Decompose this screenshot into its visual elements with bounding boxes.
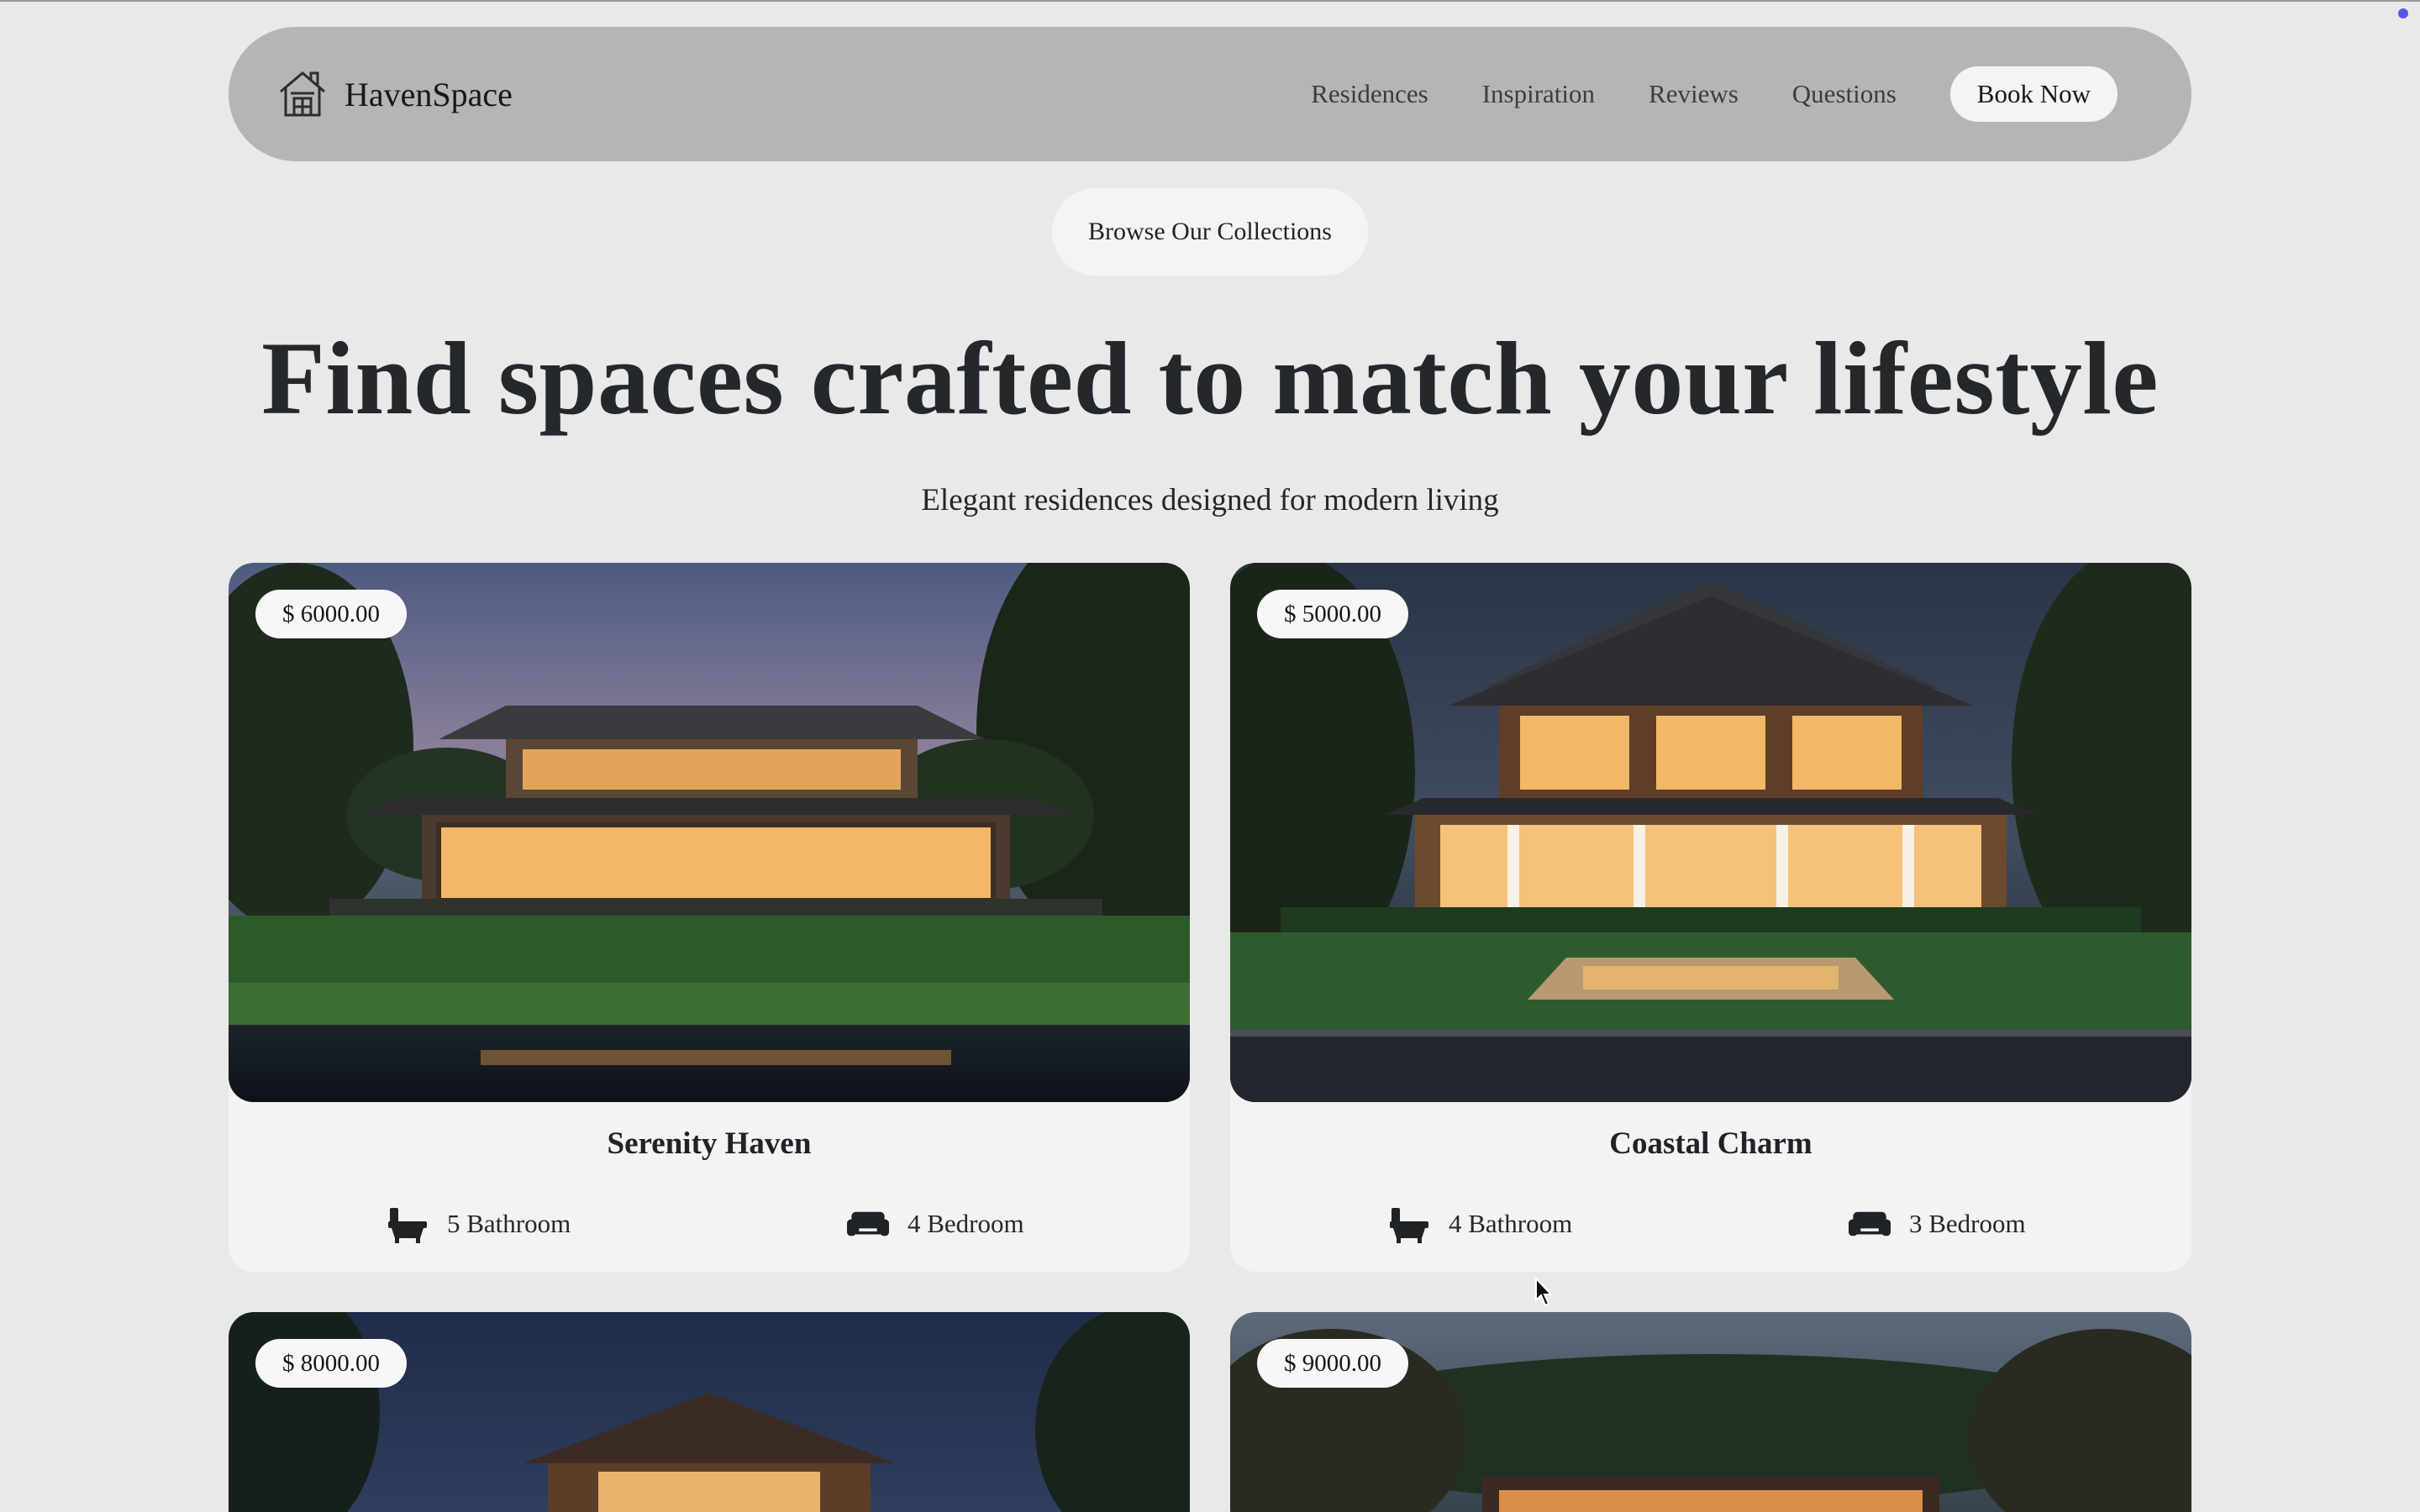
nav-link-reviews[interactable]: Reviews	[1649, 79, 1739, 109]
brand-name: HavenSpace	[345, 75, 513, 113]
book-now-button[interactable]: Book Now	[1949, 66, 2118, 122]
house-icon	[280, 71, 325, 117]
bathroom-label: 5 Bathroom	[447, 1209, 571, 1238]
bathroom-label: 4 Bathroom	[1449, 1209, 1573, 1238]
hero-subtitle: Elegant residences designed for modern l…	[921, 483, 1499, 517]
bathroom-count: 4 Bathroom	[1388, 1205, 1572, 1243]
sofa-bed-icon	[1849, 1211, 1891, 1236]
nav-link-inspiration[interactable]: Inspiration	[1482, 79, 1595, 109]
listing-card-3[interactable]: $ 8000.00	[229, 1312, 1190, 1512]
bathtub-icon	[1390, 1208, 1428, 1243]
price-badge: $ 6000.00	[255, 590, 407, 638]
bedroom-count: 4 Bedroom	[847, 1205, 1024, 1243]
price-badge: $ 9000.00	[1257, 1339, 1408, 1388]
bedroom-count: 3 Bedroom	[1849, 1205, 2026, 1243]
bedroom-label: 3 Bedroom	[1909, 1209, 2026, 1238]
hero-title: Find spaces crafted to match your lifest…	[261, 321, 2159, 436]
listing-name: Coastal Charm	[1609, 1126, 1812, 1161]
listing-photo[interactable]	[229, 563, 1190, 1102]
navbar: HavenSpace Residences Inspiration Review…	[229, 27, 2191, 161]
window-top-border	[0, 0, 2420, 2]
mouse-cursor	[1535, 1277, 1554, 1307]
listing-card-coastal-charm[interactable]: $ 5000.00 Coastal Charm 4 Bathroom 3 Bed…	[1230, 563, 2191, 1272]
listing-name: Serenity Haven	[607, 1126, 812, 1161]
bathroom-count: 5 Bathroom	[387, 1205, 571, 1243]
bedroom-label: 4 Bedroom	[908, 1209, 1024, 1238]
browse-collections-button[interactable]: Browse Our Collections	[1052, 188, 1368, 276]
sofa-bed-icon	[847, 1211, 889, 1236]
nav-links: Residences Inspiration Reviews Questions	[1311, 79, 1897, 109]
bathtub-icon	[388, 1208, 427, 1243]
brand-logo[interactable]: HavenSpace	[277, 70, 513, 118]
price-badge: $ 5000.00	[1257, 590, 1408, 638]
listing-card-serenity-haven[interactable]: $ 6000.00 Serenity Haven 5 Bathroom 4 Be…	[229, 563, 1190, 1272]
price-badge: $ 8000.00	[255, 1339, 407, 1388]
status-dot	[2398, 8, 2408, 18]
listing-photo[interactable]	[1230, 563, 2191, 1102]
nav-link-residences[interactable]: Residences	[1311, 79, 1428, 109]
listing-card-4[interactable]: $ 9000.00	[1230, 1312, 2191, 1512]
nav-link-questions[interactable]: Questions	[1792, 79, 1897, 109]
